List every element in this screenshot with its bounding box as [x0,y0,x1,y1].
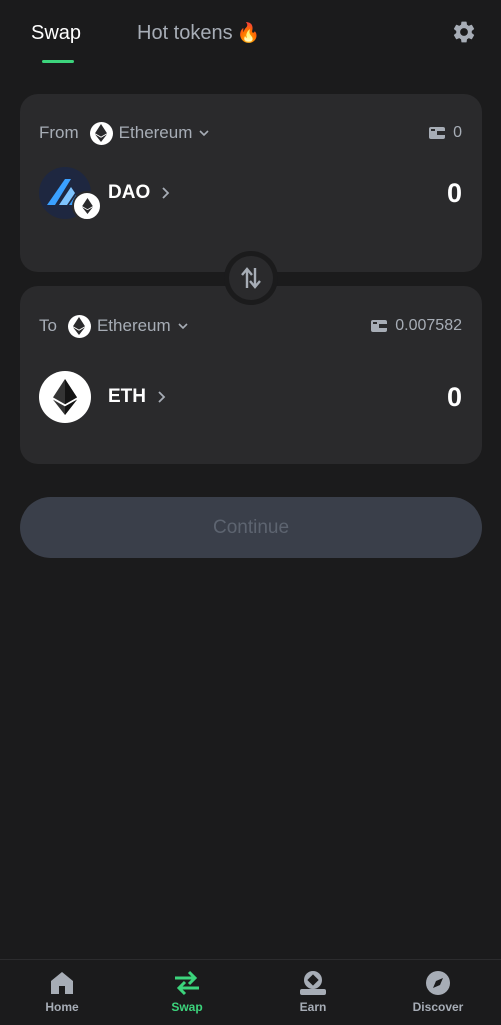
chevron-down-icon [178,323,188,330]
to-balance: 0.007582 [371,317,462,335]
from-chain-row: From Ethereum 0 [39,120,462,146]
dao-token-icon [39,167,102,221]
compass-icon [426,971,450,995]
bottom-navigation: Home Swap Earn Discover [0,959,501,1025]
wallet-icon [371,320,388,332]
to-balance-value: 0.007582 [395,317,462,334]
ethereum-badge-icon [72,191,102,221]
nav-earn[interactable]: Earn [263,970,363,1014]
to-amount-value: 0 [446,381,462,412]
from-label: From [39,123,79,142]
top-tabs: Swap Hot tokens 🔥 [0,0,501,70]
ethereum-icon [89,121,113,145]
wallet-icon [429,127,446,139]
from-amount-input[interactable]: 0 [447,178,462,209]
nav-discover[interactable]: Discover [388,970,488,1014]
chevron-down-icon [199,130,209,137]
to-label: To [39,316,57,335]
chevron-right-icon [158,391,166,403]
active-tab-indicator [42,60,74,63]
swap-direction-inner [229,256,273,300]
from-chain-name: Ethereum [118,123,193,142]
from-token-symbol: DAO [108,182,151,203]
swap-direction-button[interactable] [224,251,278,305]
from-token-selector[interactable]: DAO [39,167,171,221]
nav-swap-label: Swap [171,1000,203,1014]
from-balance-value: 0 [453,124,462,141]
earn-icon [300,971,326,995]
to-token-selector[interactable]: ETH [39,371,167,423]
from-token-row: DAO 0 [39,167,462,221]
to-chain-selector[interactable]: Ethereum [67,314,188,338]
continue-button[interactable]: Continue [20,497,482,558]
from-balance: 0 [429,124,462,142]
to-chain-row: To Ethereum 0.007582 [39,313,462,339]
nav-earn-label: Earn [299,1000,327,1014]
tab-hot-tokens-label: Hot tokens [137,22,233,44]
chevron-right-icon [162,187,170,199]
ethereum-icon [67,314,91,338]
to-card: To Ethereum 0.007582 ETH 0 [20,286,482,464]
to-chain-name: Ethereum [96,316,171,335]
from-card: From Ethereum 0 DAO 0 [20,94,482,272]
tab-hot-tokens[interactable]: Hot tokens 🔥 [137,20,260,47]
swap-arrows-icon [175,970,199,996]
eth-token-icon [39,371,91,423]
nav-discover-label: Discover [412,1000,464,1014]
flame-icon: 🔥 [236,23,261,44]
swap-direction-icon [241,267,261,289]
to-token-row: ETH 0 [39,371,462,423]
nav-swap[interactable]: Swap [137,970,237,1014]
from-chain-selector[interactable]: Ethereum [89,121,210,145]
tab-swap[interactable]: Swap [31,20,81,46]
home-icon [51,972,73,994]
settings-gear-icon[interactable] [451,19,477,45]
nav-home-label: Home [45,1000,79,1014]
to-token-symbol: ETH [108,386,146,407]
nav-home[interactable]: Home [12,970,112,1014]
